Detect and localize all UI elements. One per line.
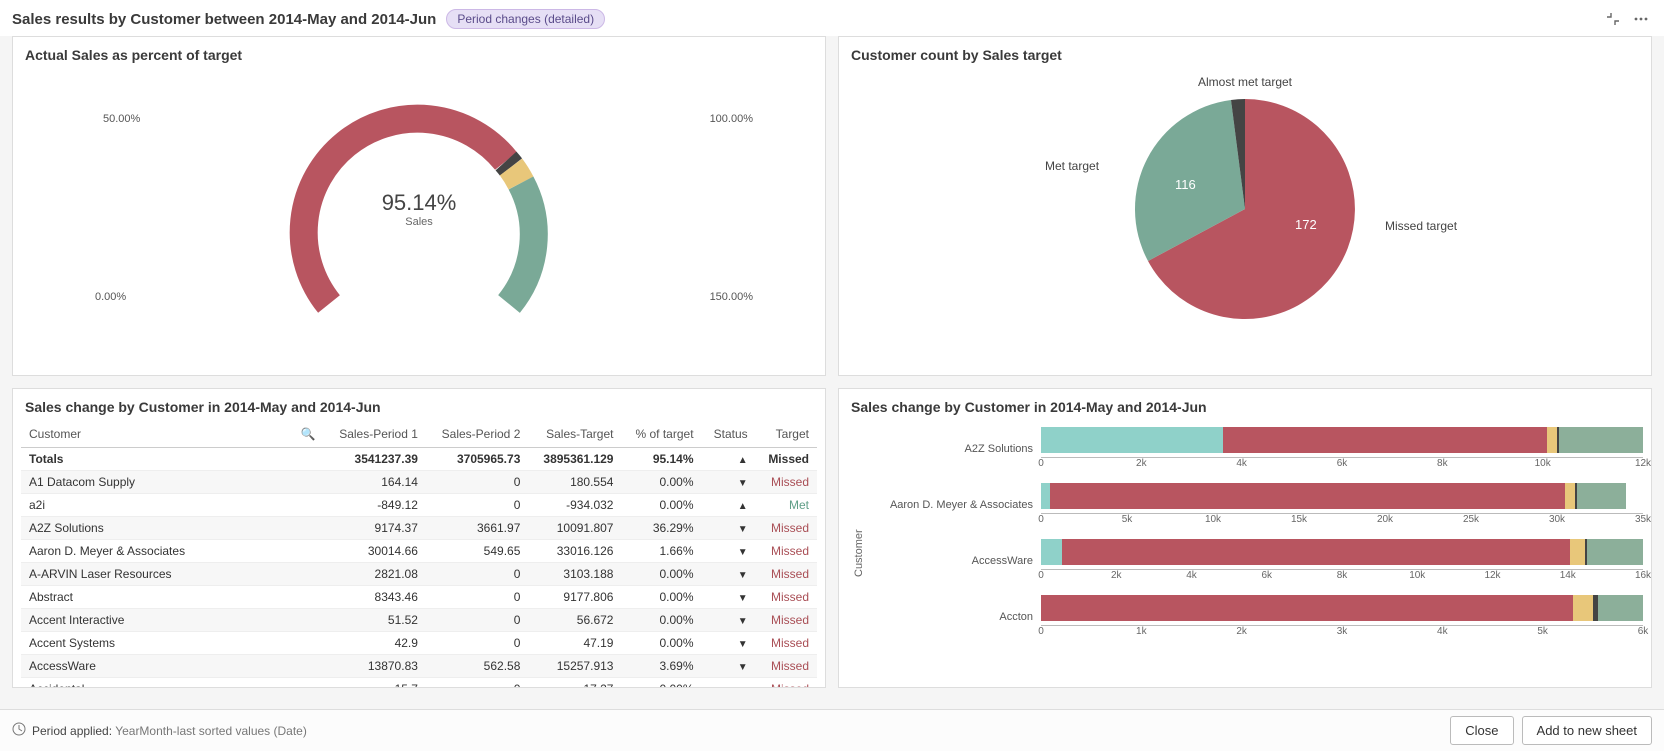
clock-icon [12, 722, 26, 739]
pie-value-met: 116 [1175, 177, 1196, 192]
bar-category: A2Z Solutions [871, 443, 1041, 455]
col-pct[interactable]: % of target [621, 421, 701, 448]
gauge-sub: Sales [382, 216, 457, 228]
gauge-value: 95.14% [382, 190, 457, 216]
bar-area[interactable]: A2Z Solutions02k4k6k8k10k12kAaron D. Mey… [871, 421, 1643, 686]
table-row[interactable]: A2Z Solutions9174.373661.9710091.80736.2… [21, 517, 817, 540]
bar-row[interactable]: Accton01k2k3k4k5k6k [871, 589, 1643, 645]
collapse-icon[interactable] [1602, 8, 1624, 30]
table-panel: Sales change by Customer in 2014-May and… [12, 388, 826, 688]
pie-chart[interactable]: 172 116 Almost met target Met target Mis… [847, 69, 1643, 349]
pie-title: Customer count by Sales target [847, 45, 1643, 65]
pie-panel: Customer count by Sales target 172 116 A… [838, 36, 1652, 376]
pie-label-missed: Missed target [1385, 219, 1457, 233]
footer: Period applied: YearMonth-last sorted va… [0, 709, 1664, 751]
more-icon[interactable] [1630, 8, 1652, 30]
col-tgt[interactable]: Sales-Target [528, 421, 621, 448]
table-row[interactable]: Aaron D. Meyer & Associates30014.66549.6… [21, 540, 817, 563]
gauge-tick-50: 50.00% [103, 113, 140, 125]
col-status[interactable]: Status [702, 421, 756, 448]
table-row[interactable]: Accidental15.7017.270.00%▼Missed [21, 678, 817, 689]
pie-label-almost: Almost met target [1198, 75, 1292, 89]
col-customer[interactable]: Customer🔍 [21, 421, 323, 448]
gauge-tick-0: 0.00% [95, 291, 126, 303]
bar-category: AccessWare [871, 555, 1041, 567]
gauge-title: Actual Sales as percent of target [21, 45, 817, 65]
table-title: Sales change by Customer in 2014-May and… [21, 397, 817, 417]
col-p2[interactable]: Sales-Period 2 [426, 421, 528, 448]
pie-value-missed: 172 [1295, 217, 1317, 232]
bar-category: Aaron D. Meyer & Associates [871, 499, 1041, 511]
pie-label-met: Met target [1045, 159, 1099, 173]
page-title: Sales results by Customer between 2014-M… [12, 11, 436, 28]
table-row-totals[interactable]: Totals3541237.393705965.733895361.12995.… [21, 448, 817, 471]
gauge-tick-100: 100.00% [710, 113, 753, 125]
barchart-title: Sales change by Customer in 2014-May and… [847, 397, 1643, 417]
col-target[interactable]: Target [756, 421, 817, 448]
search-icon[interactable]: 🔍 [301, 427, 316, 441]
gauge-chart[interactable]: 0.00% 50.00% 100.00% 150.00% 95.14% Sale… [21, 69, 817, 349]
table-header-row: Customer🔍 Sales-Period 1 Sales-Period 2 … [21, 421, 817, 448]
gauge-tick-150: 150.00% [710, 291, 753, 303]
table-row[interactable]: a2i-849.120-934.0320.00%▲Met [21, 494, 817, 517]
col-p1[interactable]: Sales-Period 1 [323, 421, 425, 448]
table-row[interactable]: A-ARVIN Laser Resources2821.0803103.1880… [21, 563, 817, 586]
bar-row[interactable]: A2Z Solutions02k4k6k8k10k12k [871, 421, 1643, 477]
table-row[interactable]: Accent Interactive51.52056.6720.00%▼Miss… [21, 609, 817, 632]
table-row[interactable]: AccessWare13870.83562.5815257.9133.69%▼M… [21, 655, 817, 678]
table-row[interactable]: A1 Datacom Supply164.140180.5540.00%▼Mis… [21, 471, 817, 494]
sales-table[interactable]: Customer🔍 Sales-Period 1 Sales-Period 2 … [21, 421, 817, 688]
barchart-panel: Sales change by Customer in 2014-May and… [838, 388, 1652, 688]
table-row[interactable]: Accent Systems42.9047.190.00%▼Missed [21, 632, 817, 655]
bar-row[interactable]: Aaron D. Meyer & Associates05k10k15k20k2… [871, 477, 1643, 533]
footer-label: Period applied: YearMonth-last sorted va… [32, 724, 307, 738]
bar-category: Accton [871, 611, 1041, 623]
add-to-sheet-button[interactable]: Add to new sheet [1522, 716, 1652, 745]
gauge-panel: Actual Sales as percent of target 0.00% … [12, 36, 826, 376]
close-button[interactable]: Close [1450, 716, 1513, 745]
period-changes-badge[interactable]: Period changes (detailed) [446, 9, 605, 29]
table-row[interactable]: Abstract8343.4609177.8060.00%▼Missed [21, 586, 817, 609]
bar-ylabel: Customer [847, 421, 871, 686]
page-header: Sales results by Customer between 2014-M… [0, 0, 1664, 36]
bar-row[interactable]: AccessWare02k4k6k8k10k12k14k16k [871, 533, 1643, 589]
